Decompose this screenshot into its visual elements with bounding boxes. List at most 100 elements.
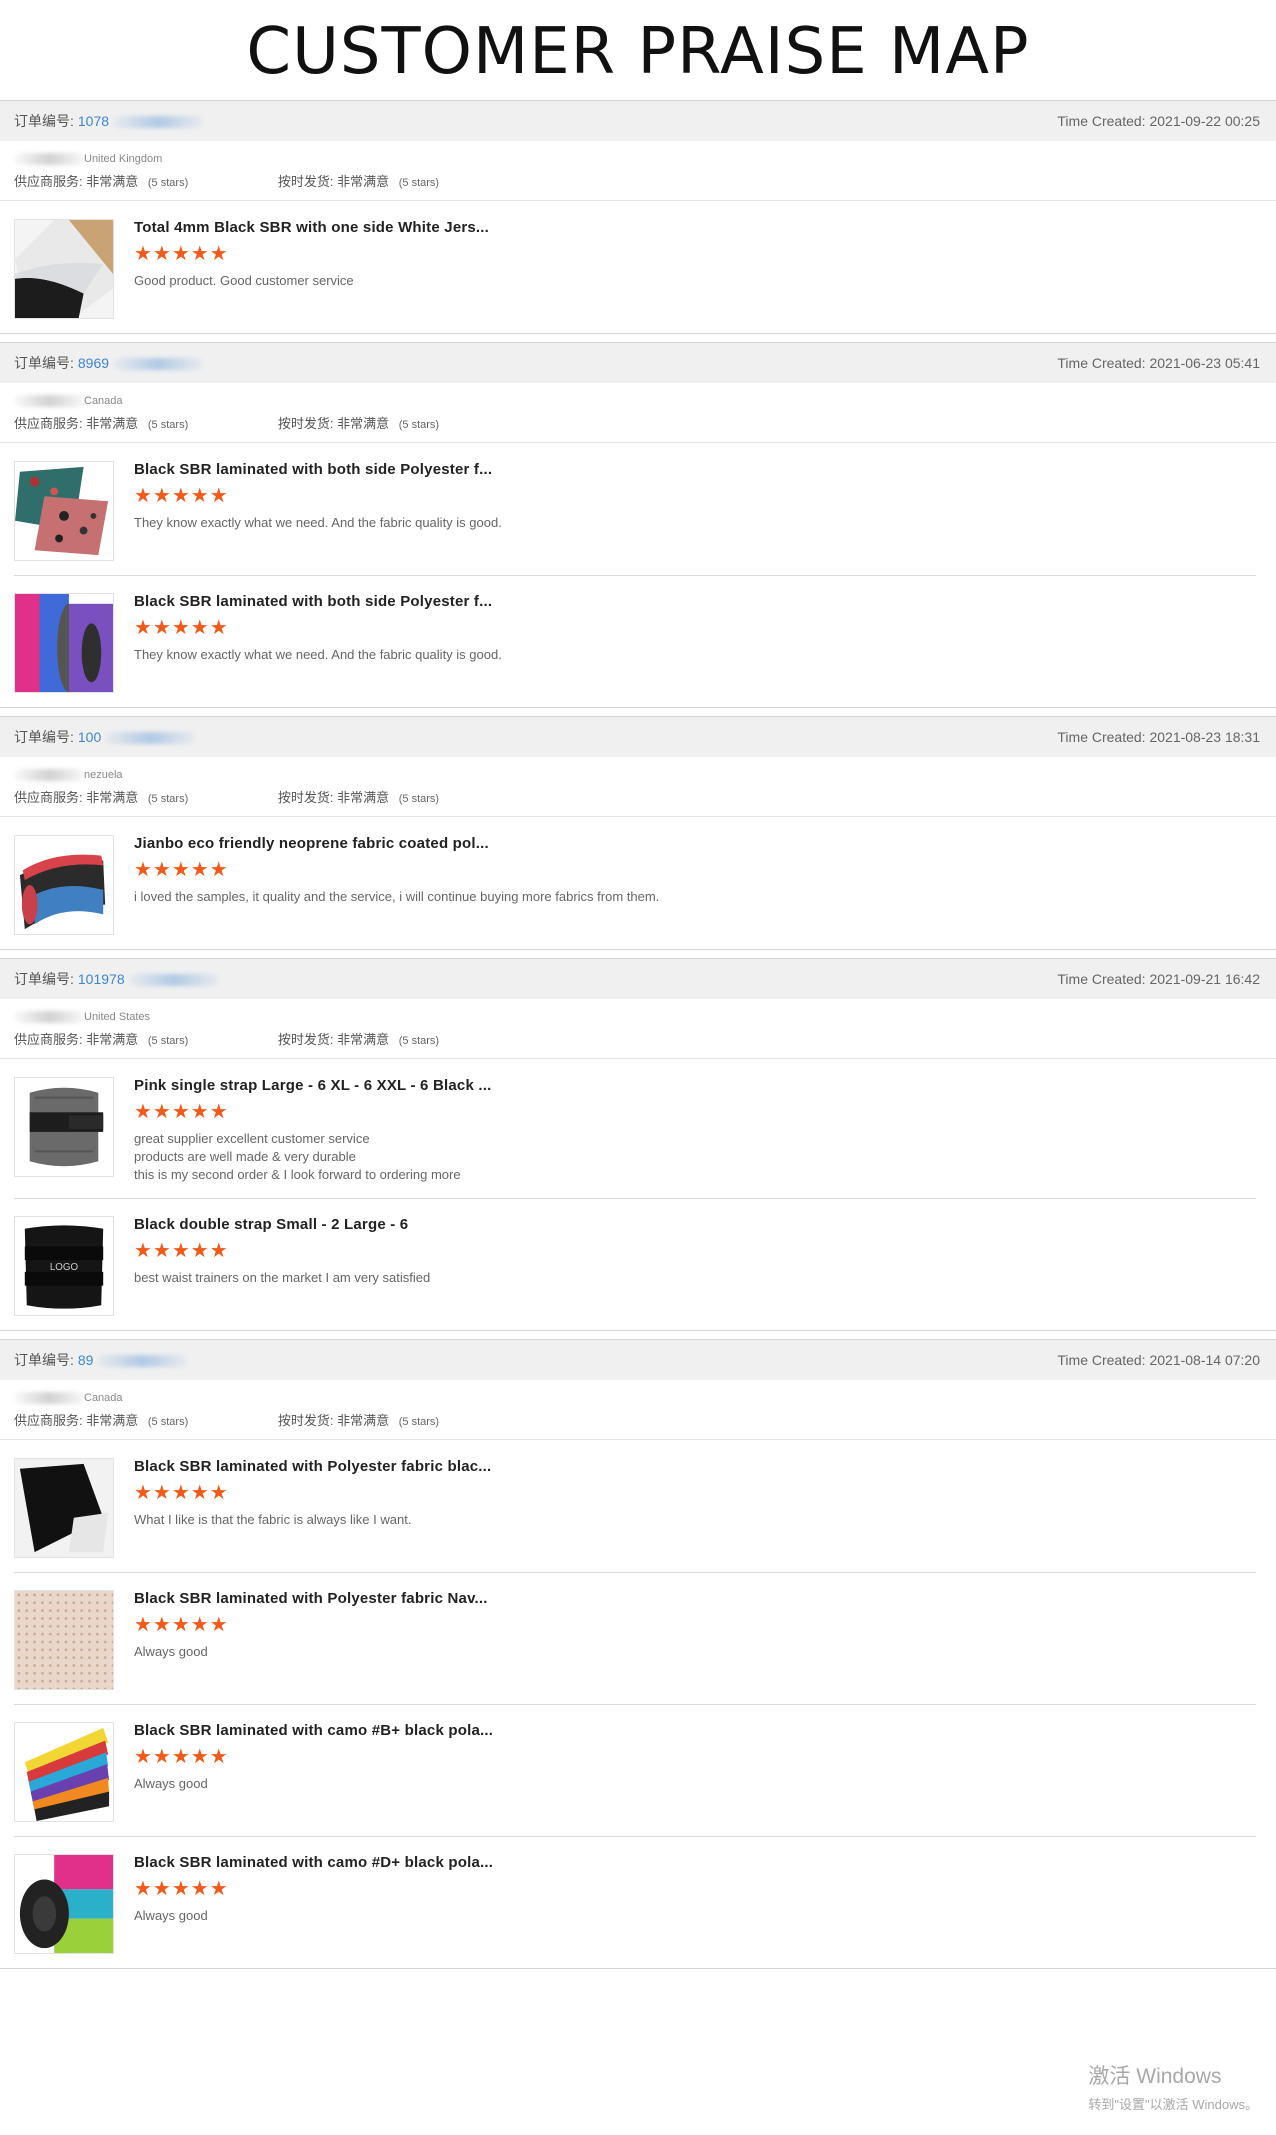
review-comment: They know exactly what we need. And the … <box>134 647 502 662</box>
redacted-blur <box>97 1355 188 1368</box>
order-number-label: 订单编号: <box>14 1352 74 1368</box>
star-rating: ★★★★★ <box>134 617 229 639</box>
on-time-shipping-stars: (5 stars) <box>398 419 440 431</box>
on-time-shipping-label: 按时发货: <box>277 1032 334 1047</box>
time-created: Time Created: 2021-09-21 16:42 <box>1057 971 1260 987</box>
product-title[interactable]: Black double strap Small - 2 Large - 6 <box>134 1216 430 1233</box>
on-time-shipping-stars: (5 stars) <box>398 177 440 189</box>
review-comment: Always good <box>134 1644 208 1659</box>
product-title[interactable]: Jianbo eco friendly neoprene fabric coat… <box>134 835 659 852</box>
order-spacer <box>0 334 1276 342</box>
order-number[interactable]: 89 <box>78 1352 94 1368</box>
order-item: LOGO Black double strap Small - 2 Large … <box>0 1198 1276 1330</box>
star-rating: ★★★★★ <box>134 485 229 507</box>
product-thumbnail[interactable]: LOGO <box>14 1216 114 1316</box>
time-created: Time Created: 2021-09-22 00:25 <box>1057 113 1260 129</box>
on-time-shipping-label: 按时发货: <box>277 416 334 431</box>
seller-ratings: 供应商服务: 非常满意 (5 stars) 按时发货: 非常满意 (5 star… <box>14 413 1262 432</box>
order-item: Black SBR laminated with camo #D+ black … <box>0 1836 1276 1968</box>
supplier-service-stars: (5 stars) <box>147 1416 189 1428</box>
redacted-blur <box>105 732 196 745</box>
star-rating: ★★★★★ <box>134 1614 229 1636</box>
order-item: Black SBR laminated with camo #B+ black … <box>0 1704 1276 1836</box>
redacted-blur <box>128 974 219 987</box>
order-spacer <box>0 1969 1276 1977</box>
order-card: 订单编号: 101978 Time Created: 2021-09-21 16:… <box>0 958 1276 1331</box>
product-title[interactable]: Black SBR laminated with both side Polye… <box>134 593 502 610</box>
supplier-service-value: 非常满意 <box>86 1413 139 1428</box>
windows-activation-watermark: 激活 Windows 转到"设置"以激活 Windows。 <box>1088 2060 1258 2113</box>
review-comment: Always good <box>134 1908 208 1923</box>
order-number[interactable]: 100 <box>78 729 101 745</box>
product-title[interactable]: Total 4mm Black SBR with one side White … <box>134 219 489 236</box>
seller-ratings: 供应商服务: 非常满意 (5 stars) 按时发货: 非常满意 (5 star… <box>14 1410 1262 1429</box>
supplier-service-stars: (5 stars) <box>147 177 189 189</box>
order-item: Black SBR laminated with both side Polye… <box>0 575 1276 707</box>
on-time-shipping-label: 按时发货: <box>277 174 334 189</box>
buyer-country: Canada <box>84 395 123 407</box>
product-thumbnail[interactable] <box>14 219 114 319</box>
star-rating: ★★★★★ <box>134 1101 229 1123</box>
supplier-service-label: 供应商服务: <box>14 1032 83 1047</box>
order-spacer <box>0 1331 1276 1339</box>
order-item: Jianbo eco friendly neoprene fabric coat… <box>0 817 1276 949</box>
supplier-service-value: 非常满意 <box>86 174 139 189</box>
buyer-info: Canada 供应商服务: 非常满意 (5 stars) 按时发货: 非常满意 … <box>0 1380 1276 1440</box>
supplier-service-value: 非常满意 <box>86 1032 139 1047</box>
supplier-service-value: 非常满意 <box>86 790 139 805</box>
star-rating: ★★★★★ <box>134 1746 229 1768</box>
product-title[interactable]: Black SBR laminated with both side Polye… <box>134 461 502 478</box>
star-rating: ★★★★★ <box>134 243 229 265</box>
on-time-shipping-stars: (5 stars) <box>398 793 440 805</box>
product-title[interactable]: Black SBR laminated with Polyester fabri… <box>134 1590 488 1607</box>
star-rating: ★★★★★ <box>134 1878 229 1900</box>
product-title[interactable]: Pink single strap Large - 6 XL - 6 XXL -… <box>134 1077 491 1094</box>
order-number[interactable]: 101978 <box>78 971 125 987</box>
on-time-shipping-value: 非常满意 <box>337 790 390 805</box>
seller-ratings: 供应商服务: 非常满意 (5 stars) 按时发货: 非常满意 (5 star… <box>14 1029 1262 1048</box>
order-item: Black SBR laminated with Polyester fabri… <box>0 1440 1276 1572</box>
supplier-service-value: 非常满意 <box>86 416 139 431</box>
review-comment: They know exactly what we need. And the … <box>134 515 502 530</box>
product-thumbnail[interactable] <box>14 1077 114 1177</box>
product-thumbnail[interactable] <box>14 461 114 561</box>
product-thumbnail[interactable] <box>14 835 114 935</box>
review-comment: great supplier excellent customer servic… <box>134 1131 461 1182</box>
watermark-line-2: 转到"设置"以激活 Windows。 <box>1088 2097 1258 2112</box>
order-item: Total 4mm Black SBR with one side White … <box>0 201 1276 333</box>
product-title[interactable]: Black SBR laminated with Polyester fabri… <box>134 1458 491 1475</box>
supplier-service-label: 供应商服务: <box>14 790 83 805</box>
order-number-label: 订单编号: <box>14 355 74 371</box>
product-title[interactable]: Black SBR laminated with camo #B+ black … <box>134 1722 493 1739</box>
on-time-shipping-value: 非常满意 <box>337 174 390 189</box>
star-rating: ★★★★★ <box>134 1482 229 1504</box>
redacted-blur <box>14 1392 84 1405</box>
product-thumbnail[interactable] <box>14 1722 114 1822</box>
order-header: 订单编号: 1078 Time Created: 2021-09-22 00:25 <box>0 101 1276 141</box>
redacted-blur <box>14 769 84 782</box>
product-title[interactable]: Black SBR laminated with camo #D+ black … <box>134 1854 493 1871</box>
product-thumbnail[interactable] <box>14 1854 114 1954</box>
order-number[interactable]: 1078 <box>78 113 109 129</box>
product-thumbnail[interactable] <box>14 1458 114 1558</box>
order-header: 订单编号: 100 Time Created: 2021-08-23 18:31 <box>0 717 1276 757</box>
on-time-shipping-label: 按时发货: <box>277 1413 334 1428</box>
product-thumbnail[interactable] <box>14 1590 114 1690</box>
product-thumbnail[interactable] <box>14 593 114 693</box>
time-created: Time Created: 2021-08-14 07:20 <box>1057 1352 1260 1368</box>
supplier-service-label: 供应商服务: <box>14 174 83 189</box>
buyer-info: United States 供应商服务: 非常满意 (5 stars) 按时发货… <box>0 999 1276 1059</box>
redacted-blur <box>14 1011 84 1024</box>
review-comment: Always good <box>134 1776 208 1791</box>
redacted-blur <box>14 153 84 166</box>
order-card: 订单编号: 8969 Time Created: 2021-06-23 05:41… <box>0 342 1276 708</box>
star-rating: ★★★★★ <box>134 859 229 881</box>
review-comment: best waist trainers on the market I am v… <box>134 1270 431 1285</box>
order-number-label: 订单编号: <box>14 971 74 987</box>
order-item: Black SBR laminated with Polyester fabri… <box>0 1572 1276 1704</box>
order-number[interactable]: 8969 <box>78 355 109 371</box>
order-number-label: 订单编号: <box>14 113 74 129</box>
order-number-label: 订单编号: <box>14 729 74 745</box>
order-card: 订单编号: 100 Time Created: 2021-08-23 18:31 … <box>0 716 1276 950</box>
buyer-country: Canada <box>84 1392 123 1404</box>
